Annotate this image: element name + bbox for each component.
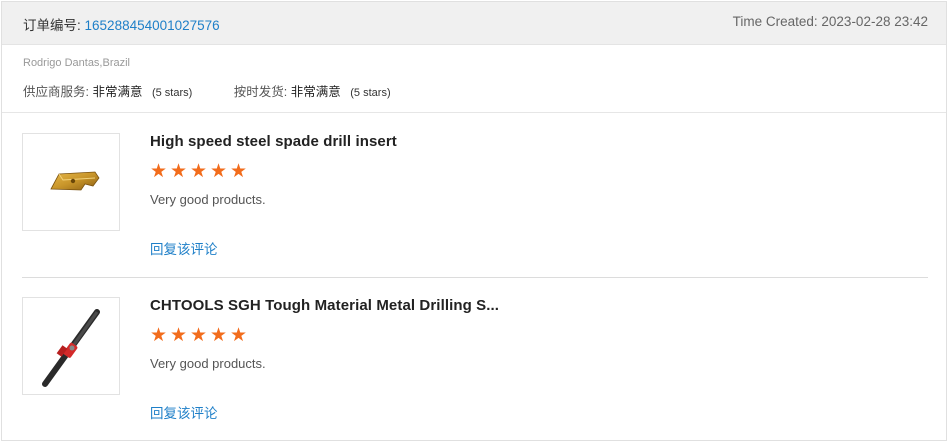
seller-ratings: 供应商服务: 非常满意 (5 stars) 按时发货: 非常满意 (5 star… — [23, 81, 429, 100]
rating-value: 非常满意 — [290, 85, 341, 99]
order-number-link[interactable]: 165288454001027576 — [85, 18, 220, 33]
product-thumbnail[interactable] — [22, 297, 120, 395]
drill-tool-image — [42, 309, 100, 387]
rating-supplier-service: 供应商服务: 非常满意 (5 stars) — [23, 81, 192, 100]
order-review-card: 订单编号: 165288454001027576 Time Created: 2… — [1, 1, 947, 441]
star-icon: ★ — [209, 325, 229, 346]
star-icon: ★ — [189, 325, 209, 346]
rating-stars-text: (5 stars) — [151, 87, 193, 99]
product-title[interactable]: CHTOOLS SGH Tough Material Metal Drillin… — [150, 297, 499, 314]
rating-label: 按时发货: — [233, 85, 288, 99]
rating-value: 非常满意 — [92, 85, 143, 99]
rating-on-time-delivery: 按时发货: 非常满意 (5 stars) — [234, 81, 391, 100]
product-title[interactable]: High speed steel spade drill insert — [150, 133, 397, 150]
buyer-name: Rodrigo Dantas,Brazil — [23, 57, 130, 69]
rating-stars-text: (5 stars) — [350, 87, 391, 99]
product-star-rating: ★ ★ ★ ★ ★ — [149, 162, 249, 181]
review-text: Very good products. — [150, 356, 266, 371]
item-divider — [22, 277, 928, 278]
time-created: Time Created: 2023-02-28 23:42 — [733, 14, 928, 29]
star-icon: ★ — [169, 325, 189, 346]
star-icon: ★ — [209, 161, 229, 182]
star-icon: ★ — [149, 325, 169, 346]
star-icon: ★ — [229, 161, 249, 182]
section-divider — [2, 112, 946, 113]
product-thumbnail[interactable] — [22, 133, 120, 231]
review-text: Very good products. — [150, 192, 266, 207]
star-icon: ★ — [229, 325, 249, 346]
spade-drill-insert-image — [50, 171, 100, 191]
order-header: 订单编号: 165288454001027576 Time Created: 2… — [2, 2, 946, 45]
time-created-label: Time Created: — [732, 14, 818, 29]
product-star-rating: ★ ★ ★ ★ ★ — [149, 326, 249, 345]
order-number-label: 订单编号: — [23, 18, 81, 33]
order-number-row: 订单编号: 165288454001027576 — [23, 14, 220, 34]
star-icon: ★ — [149, 161, 169, 182]
star-icon: ★ — [189, 161, 209, 182]
reply-review-link[interactable]: 回复该评论 — [150, 238, 218, 258]
star-icon: ★ — [169, 161, 189, 182]
time-created-value: 2023-02-28 23:42 — [821, 14, 928, 29]
reply-review-link[interactable]: 回复该评论 — [150, 402, 218, 422]
rating-label: 供应商服务: — [23, 85, 89, 99]
